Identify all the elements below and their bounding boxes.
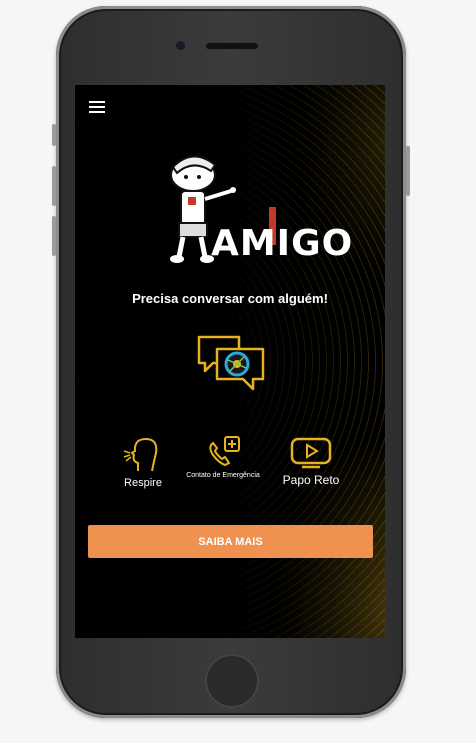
app-screen: AMIGO Precisa conversar com alguém! Resp… <box>75 85 385 638</box>
earpiece-speaker <box>206 43 258 49</box>
action-respire[interactable]: Respire <box>103 435 183 489</box>
power-button <box>406 146 410 196</box>
app-logo-text: AMIGO <box>211 223 354 264</box>
action-emergency-contact[interactable]: Contato de Emergência <box>183 435 263 480</box>
chat-bubbles-icon[interactable] <box>195 333 267 395</box>
hero-tagline: Precisa conversar com alguém! <box>132 291 328 306</box>
front-camera <box>176 41 185 50</box>
volume-down-button <box>52 216 56 256</box>
home-button <box>205 654 259 708</box>
action-papo-reto-label: Papo Reto <box>282 473 340 487</box>
play-video-icon <box>290 437 332 469</box>
action-papo-reto[interactable]: Papo Reto <box>271 435 351 487</box>
breathing-head-icon <box>123 437 158 472</box>
action-emergency-contact-label: Contato de Emergência <box>186 472 260 479</box>
action-respire-label: Respire <box>124 477 162 489</box>
saiba-mais-button[interactable]: SAIBA MAIS <box>88 525 373 558</box>
hamburger-icon[interactable] <box>89 101 105 116</box>
volume-up-button <box>52 166 56 206</box>
mute-switch <box>52 124 56 146</box>
phone-plus-icon <box>209 436 240 467</box>
